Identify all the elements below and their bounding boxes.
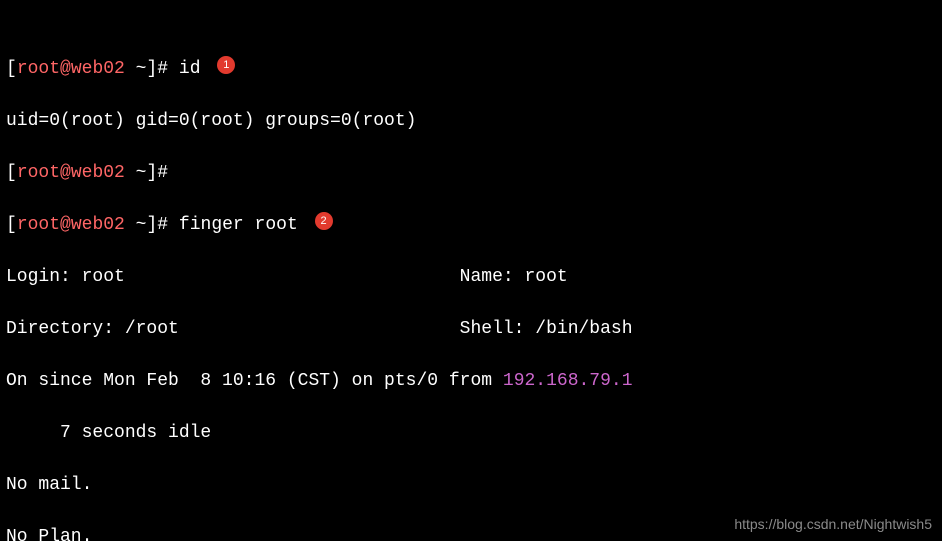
prompt: [root@web02 ~]# [6, 59, 168, 79]
command-id: id [179, 59, 201, 79]
finger-idle: 7 seconds idle [6, 420, 936, 446]
finger-login-row: Login: root Name: root [6, 264, 936, 290]
ip-address: 192.168.79.1 [503, 371, 633, 391]
command-finger: finger root [179, 215, 298, 235]
terminal[interactable]: [root@web02 ~]# id 1 uid=0(root) gid=0(r… [0, 0, 942, 541]
prompt-line-2: [root@web02 ~]# finger root 2 [6, 212, 936, 238]
prompt-line-blank-1: [root@web02 ~]# [6, 160, 936, 186]
watermark: https://blog.csdn.net/Nightwish5 [734, 511, 932, 537]
annotation-badge-1: 1 [217, 56, 235, 74]
finger-dir-row: Directory: /root Shell: /bin/bash [6, 316, 936, 342]
finger-no-mail: No mail. [6, 472, 936, 498]
annotation-badge-2: 2 [315, 212, 333, 230]
prompt-line-1: [root@web02 ~]# id 1 [6, 56, 936, 82]
finger-onsince: On since Mon Feb 8 10:16 (CST) on pts/0 … [6, 368, 936, 394]
id-output: uid=0(root) gid=0(root) groups=0(root) [6, 108, 936, 134]
